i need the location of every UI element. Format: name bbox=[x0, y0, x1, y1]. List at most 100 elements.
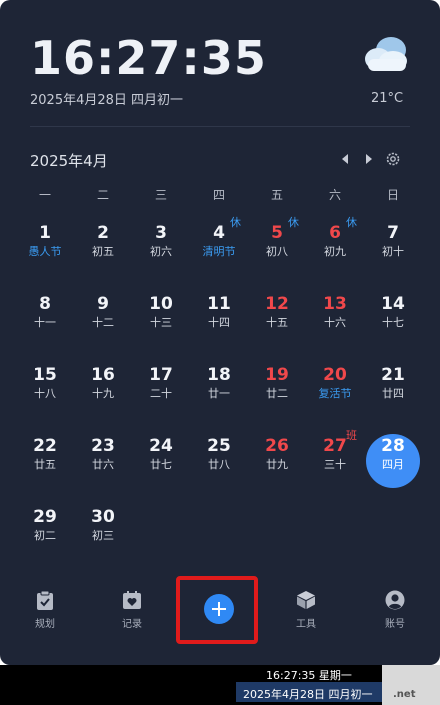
divider bbox=[30, 126, 410, 127]
rest-day-badge: 休 bbox=[288, 216, 299, 229]
calendar-day[interactable]: 22 廿五 bbox=[16, 423, 74, 489]
lunar-date: 三十 bbox=[324, 458, 346, 471]
calendar-day[interactable]: 11 十四 bbox=[190, 281, 248, 347]
calendar-day[interactable]: 10 十三 bbox=[132, 281, 190, 347]
day-number: 20 bbox=[323, 365, 347, 385]
calendar-day[interactable]: 1 愚人节 bbox=[16, 210, 74, 276]
nav-account[interactable]: 账号 bbox=[365, 590, 425, 630]
lunar-date: 廿六 bbox=[92, 458, 114, 471]
calendar-day[interactable]: 7 初十 bbox=[364, 210, 422, 276]
day-number: 17 bbox=[149, 365, 173, 385]
day-number: 29 bbox=[33, 507, 57, 527]
lunar-date: 四月 bbox=[382, 458, 404, 471]
day-number: 24 bbox=[149, 436, 173, 456]
calendar-day[interactable]: 17 二十 bbox=[132, 352, 190, 418]
lunar-date: 初九 bbox=[324, 245, 346, 258]
lunar-date: 廿四 bbox=[382, 387, 404, 400]
holiday-label: 复活节 bbox=[318, 387, 352, 400]
nav-tools[interactable]: 工具 bbox=[276, 590, 336, 630]
clock-time: 16:27:35 bbox=[30, 31, 267, 85]
day-number: 7 bbox=[387, 223, 399, 243]
taskbar-time[interactable]: 16:27:35 星期一 bbox=[266, 667, 352, 683]
lunar-date: 十八 bbox=[34, 387, 56, 400]
calendar-grid: 1 愚人节 2 初五 3 初六 4 清明节休 5 初八休 6 初九休 7 初十 8 十一 9 十二 10 十三 11 十四… bbox=[16, 210, 422, 565]
add-button[interactable] bbox=[204, 594, 234, 624]
lunar-date: 十二 bbox=[92, 316, 114, 329]
calendar-day[interactable]: 13 十六 bbox=[306, 281, 364, 347]
lunar-date: 廿七 bbox=[150, 458, 172, 471]
weekday-label: 日 bbox=[386, 188, 399, 202]
lunar-date: 廿五 bbox=[34, 458, 56, 471]
day-number: 12 bbox=[265, 294, 289, 314]
calendar-day[interactable]: 29 初二 bbox=[16, 494, 74, 560]
weekday-label: 六 bbox=[328, 188, 341, 202]
previous-month-icon[interactable] bbox=[338, 152, 352, 166]
calendar-day[interactable]: 18 廿一 bbox=[190, 352, 248, 418]
lunar-date: 二十 bbox=[150, 387, 172, 400]
day-number: 16 bbox=[91, 365, 115, 385]
calendar-day[interactable]: 2 初五 bbox=[74, 210, 132, 276]
calendar-day[interactable]: 20 复活节 bbox=[306, 352, 364, 418]
weekday-label: 四 bbox=[212, 188, 225, 202]
weekday-label: 五 bbox=[270, 188, 283, 202]
lunar-date: 十五 bbox=[266, 316, 288, 329]
weekday-label: 二 bbox=[96, 188, 109, 202]
calendar-day[interactable]: 27 三十班 bbox=[306, 423, 364, 489]
calendar-day[interactable]: 23 廿六 bbox=[74, 423, 132, 489]
day-number: 25 bbox=[207, 436, 231, 456]
day-number: 13 bbox=[323, 294, 347, 314]
calendar-day[interactable]: 12 十五 bbox=[248, 281, 306, 347]
calendar-day[interactable]: 4 清明节休 bbox=[190, 210, 248, 276]
nav-record[interactable]: 记录 bbox=[102, 590, 162, 630]
gear-icon[interactable] bbox=[385, 151, 401, 167]
day-number: 15 bbox=[33, 365, 57, 385]
calendar-day[interactable]: 25 廿八 bbox=[190, 423, 248, 489]
next-month-icon[interactable] bbox=[362, 152, 376, 166]
calendar-day-today[interactable]: 28 四月 bbox=[364, 423, 422, 489]
cloudy-icon bbox=[365, 37, 407, 71]
lunar-date: 初八 bbox=[266, 245, 288, 258]
calendar-day[interactable]: 24 廿七 bbox=[132, 423, 190, 489]
weekday-label: 三 bbox=[154, 188, 167, 202]
taskbar-date[interactable]: 2025年4月28日 四月初一 bbox=[243, 686, 373, 702]
day-number: 23 bbox=[91, 436, 115, 456]
calendar-day[interactable]: 6 初九休 bbox=[306, 210, 364, 276]
cube-icon bbox=[297, 591, 315, 609]
bottom-nav: 规划 记录 工具 账号 bbox=[0, 576, 440, 650]
nav-tools-label: 工具 bbox=[296, 619, 316, 630]
lunar-date: 初十 bbox=[382, 245, 404, 258]
lunar-date: 初三 bbox=[92, 529, 114, 542]
calendar-day[interactable]: 26 廿九 bbox=[248, 423, 306, 489]
nav-plan-label: 规划 bbox=[35, 619, 55, 630]
day-number: 28 bbox=[381, 436, 405, 456]
lunar-date: 十六 bbox=[324, 316, 346, 329]
rest-day-badge: 休 bbox=[346, 216, 357, 229]
calendar-day[interactable]: 21 廿四 bbox=[364, 352, 422, 418]
lunar-date: 十七 bbox=[382, 316, 404, 329]
holiday-label: 清明节 bbox=[202, 245, 236, 258]
nav-plan[interactable]: 规划 bbox=[15, 590, 75, 630]
calendar-day[interactable]: 9 十二 bbox=[74, 281, 132, 347]
calendar-widget: 16:27:35 2025年4月28日 四月初一 21°C 2025年4月 一二… bbox=[0, 0, 440, 665]
holiday-label: 愚人节 bbox=[28, 245, 62, 258]
calendar-day[interactable]: 8 十一 bbox=[16, 281, 74, 347]
weekday-label: 一 bbox=[38, 188, 51, 202]
clipboard-check-icon bbox=[37, 590, 53, 610]
day-number: 30 bbox=[91, 507, 115, 527]
calendar-day[interactable]: 14 十七 bbox=[364, 281, 422, 347]
calendar-day[interactable]: 5 初八休 bbox=[248, 210, 306, 276]
calendar-day[interactable]: 19 廿二 bbox=[248, 352, 306, 418]
calendar-day[interactable]: 16 十九 bbox=[74, 352, 132, 418]
day-number: 2 bbox=[97, 223, 109, 243]
nav-account-label: 账号 bbox=[385, 619, 405, 630]
calendar-day[interactable]: 30 初三 bbox=[74, 494, 132, 560]
lunar-date: 廿二 bbox=[266, 387, 288, 400]
lunar-date: 十四 bbox=[208, 316, 230, 329]
day-number: 1 bbox=[39, 223, 51, 243]
nav-record-label: 记录 bbox=[122, 619, 142, 630]
calendar-day[interactable]: 3 初六 bbox=[132, 210, 190, 276]
weekday-header: 一二三四五六日 bbox=[16, 186, 422, 202]
month-title: 2025年4月 bbox=[30, 152, 108, 170]
lunar-date: 廿九 bbox=[266, 458, 288, 471]
calendar-day[interactable]: 15 十八 bbox=[16, 352, 74, 418]
